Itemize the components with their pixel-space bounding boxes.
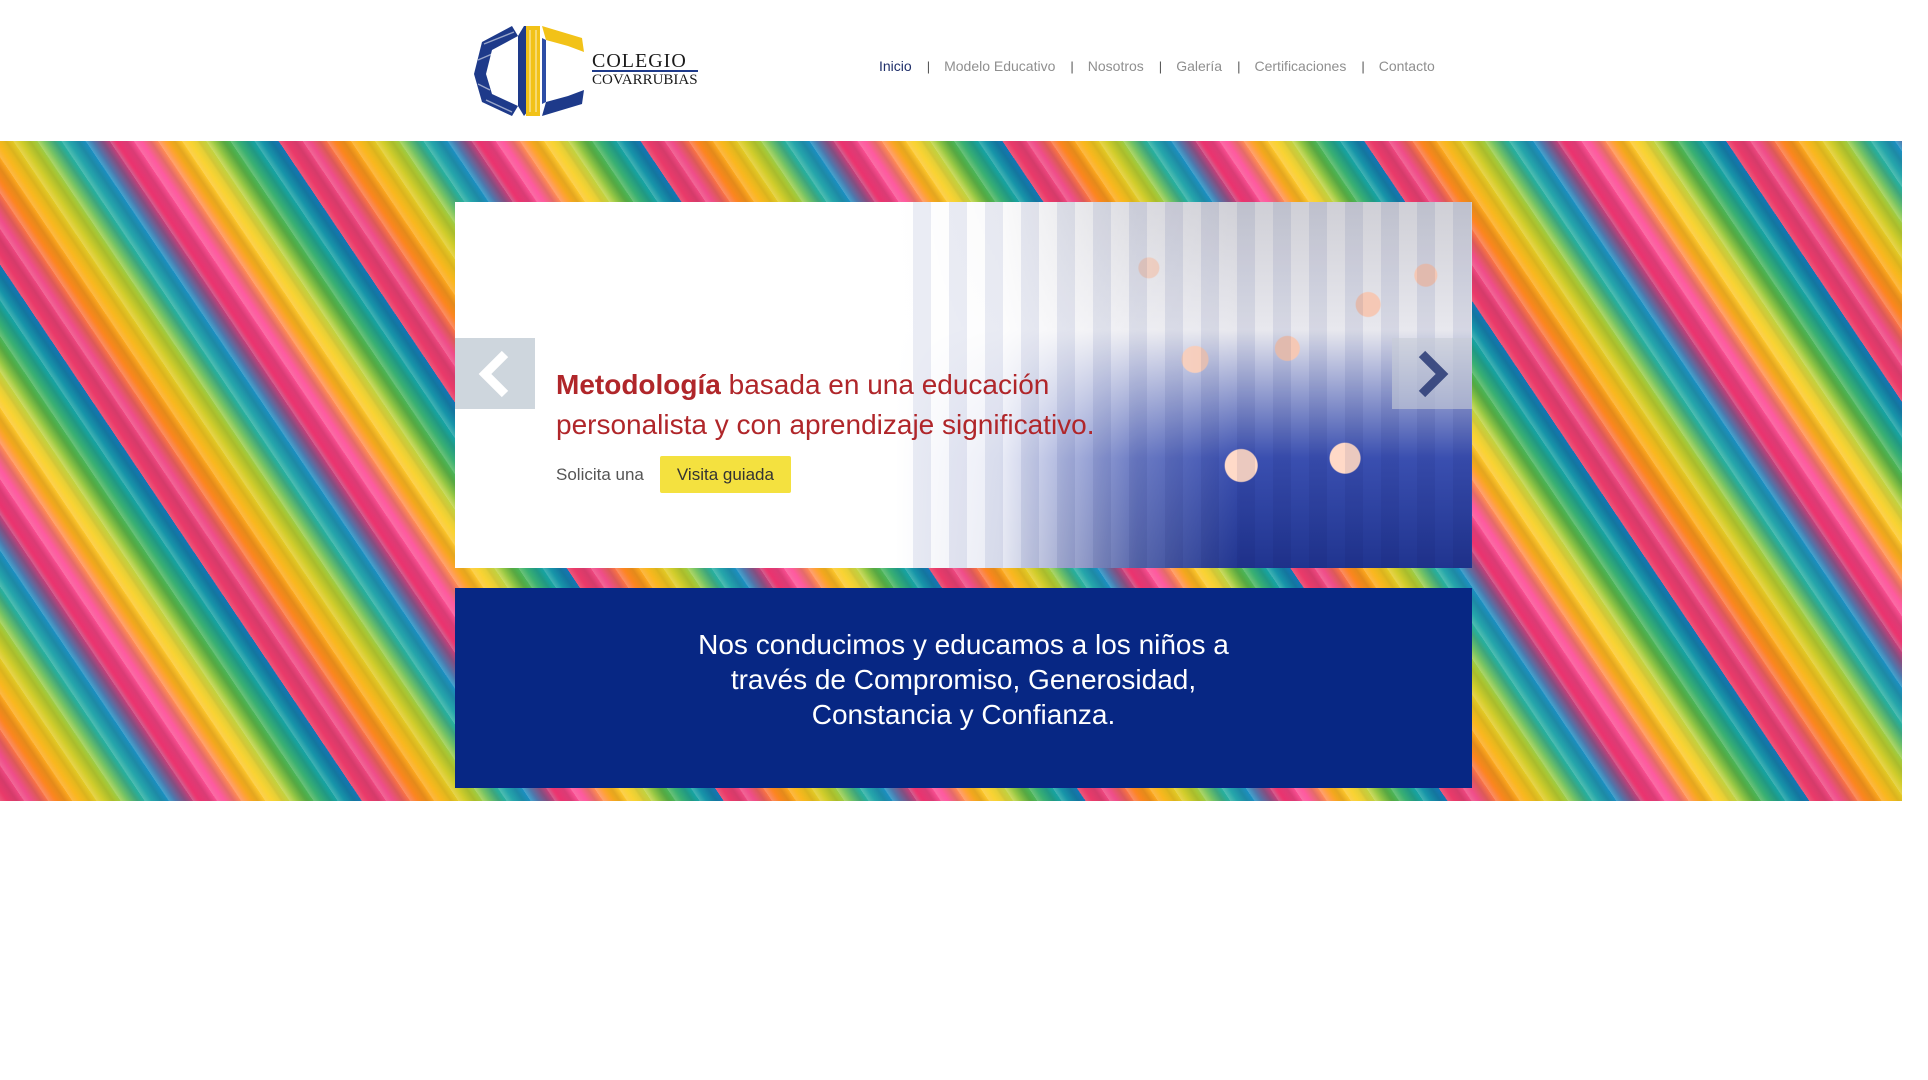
headline-emphasis: Metodología [556,369,721,400]
slide-headline: Metodología basada en una educación pers… [556,365,1156,445]
nav-item-contacto[interactable]: Contacto [1379,58,1435,74]
nav-item-galeria[interactable]: Galería [1176,58,1222,74]
nav-separator: | [926,58,931,74]
nav-item-modelo-educativo[interactable]: Modelo Educativo [944,58,1055,74]
nav-separator: | [1237,58,1241,74]
nav-separator: | [1158,58,1163,74]
hero-slider: Metodología basada en una educación pers… [455,202,1472,568]
nav-item-inicio[interactable]: Inicio [879,58,912,74]
nav-separator: | [1070,58,1074,74]
nav-item-certificaciones[interactable]: Certificaciones [1255,58,1347,74]
brand-name-line2: COVARRUBIAS [592,72,698,88]
slider-next-button[interactable] [1392,338,1472,409]
mission-statement: Nos conducimos y educamos a los niños a … [698,629,1229,730]
main-nav: Inicio | Modelo Educativo | Nosotros | G… [879,58,1435,74]
nav-separator: | [1361,58,1365,74]
cta-lead-text: Solicita una [556,464,644,484]
slider-prev-button[interactable] [455,338,535,409]
slide-cta: Solicita una Visita guiada [556,456,791,493]
guided-visit-button[interactable]: Visita guiada [659,456,791,493]
site-header: COLEGIO COVARRUBIAS Inicio | Modelo Educ… [0,0,1902,141]
chevron-right-icon [1418,350,1449,397]
mission-panel: Nos conducimos y educamos a los niños a … [455,588,1472,788]
chevron-left-icon [478,350,509,397]
hero-background-band: Metodología basada en una educación pers… [0,141,1902,801]
nav-item-nosotros[interactable]: Nosotros [1088,58,1144,74]
